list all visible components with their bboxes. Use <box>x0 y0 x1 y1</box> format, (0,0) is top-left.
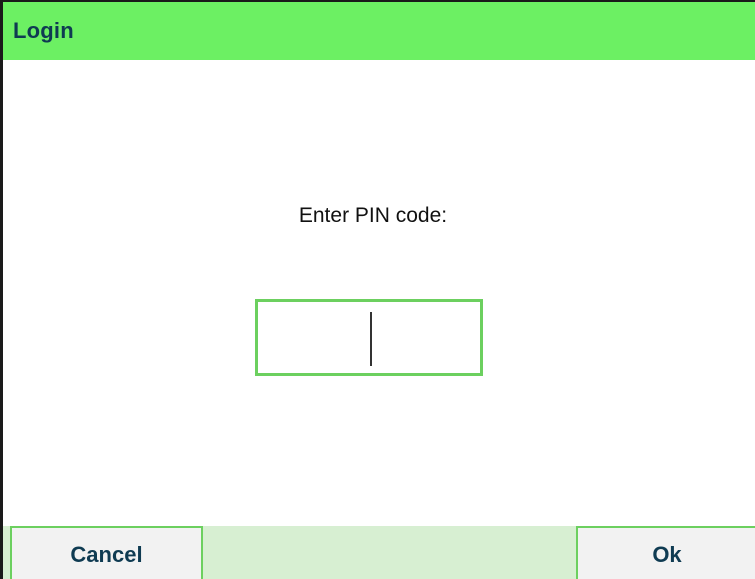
ok-button[interactable]: Ok <box>576 526 755 579</box>
window-title: Login <box>13 18 74 43</box>
text-cursor <box>370 312 372 366</box>
pin-code-field[interactable] <box>255 299 484 376</box>
softkey-bar: Cancel Ok <box>3 526 755 579</box>
ok-button-label: Ok <box>652 541 682 567</box>
cancel-button-label: Cancel <box>70 541 143 567</box>
pin-prompt-label: Enter PIN code: <box>298 204 448 227</box>
login-screen: Login Enter PIN code: Cancel Ok <box>0 0 755 579</box>
title-bar: Login <box>3 2 755 60</box>
cancel-button[interactable]: Cancel <box>10 526 203 579</box>
